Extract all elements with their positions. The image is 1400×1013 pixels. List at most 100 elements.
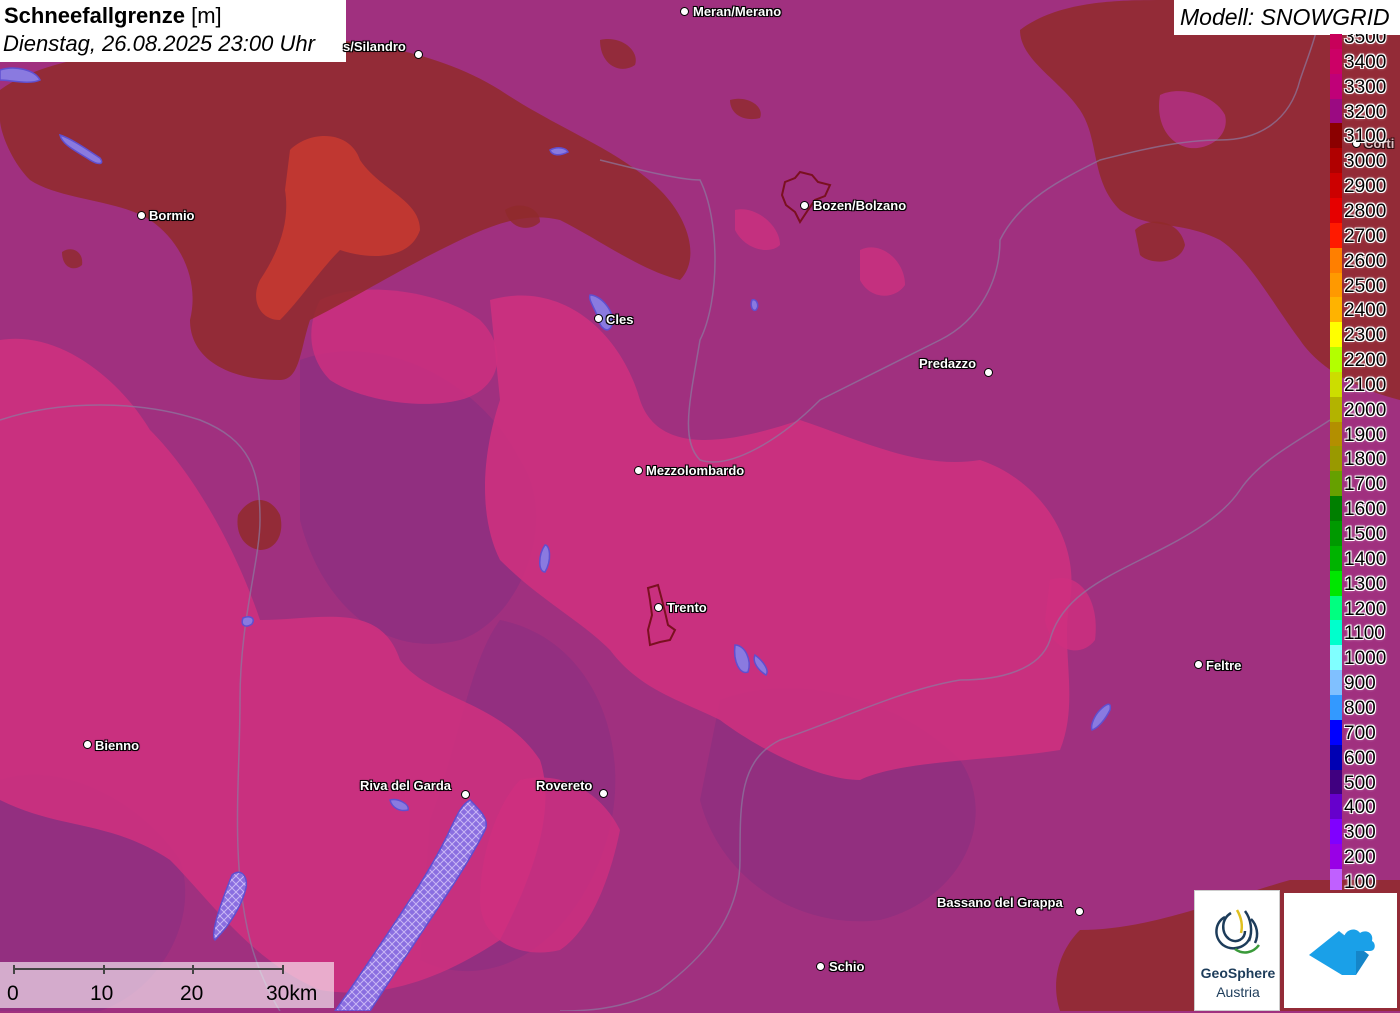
legend-label: 200 (1344, 847, 1376, 869)
legend-swatch (1330, 73, 1342, 99)
legend-item: 1700 (1328, 471, 1400, 497)
legend-item: 2700 (1328, 222, 1400, 248)
city-dot (984, 368, 993, 377)
legend-label: 2200 (1344, 350, 1387, 372)
legend-label: 1700 (1344, 474, 1387, 496)
legend-label: 700 (1344, 722, 1376, 744)
city-dot (1194, 660, 1203, 669)
city-dot (1075, 907, 1084, 916)
scale-bar: 0 10 20 30km (0, 962, 334, 1008)
legend-swatch (1330, 595, 1342, 621)
legend-label: 1100 (1344, 623, 1385, 645)
scale-tick-label: 20 (180, 982, 204, 1005)
legend-item: 2200 (1328, 347, 1400, 373)
color-legend: 3500 3400 3300 3200 3100 3000 2900 2800 2700 2600… (1328, 34, 1400, 890)
legend-swatch (1330, 719, 1342, 745)
legend-label: 100 (1344, 871, 1376, 890)
legend-item: 3100 (1328, 123, 1400, 149)
legend-swatch (1330, 148, 1342, 174)
scale-tick-label: 30km (266, 982, 318, 1005)
legend-label: 2700 (1344, 225, 1387, 247)
legend-label: 1800 (1344, 449, 1387, 471)
city-label-bormio: Bormio (149, 208, 195, 223)
city-dot (680, 7, 689, 16)
legend-item: 2800 (1328, 197, 1400, 223)
legend-label: 3100 (1344, 126, 1387, 148)
map-datetime: Dienstag, 26.08.2025 23:00 Uhr (3, 31, 315, 56)
legend-swatch (1330, 769, 1342, 795)
legend-item: 1900 (1328, 421, 1400, 447)
legend-item: 800 (1328, 694, 1400, 720)
legend-item: 2100 (1328, 371, 1400, 397)
legend-swatch (1330, 744, 1342, 770)
legend-item: 2900 (1328, 173, 1400, 199)
legend-swatch (1330, 570, 1342, 596)
legend-swatch (1330, 819, 1342, 845)
city-label-trento: Trento (667, 600, 707, 615)
city-dot (634, 466, 643, 475)
lake (241, 616, 255, 627)
legend-swatch (1330, 272, 1342, 298)
city-dot (594, 314, 603, 323)
city-dot (800, 201, 809, 210)
legend-swatch (1330, 446, 1342, 472)
legend-item: 400 (1328, 794, 1400, 820)
legend-item: 1100 (1328, 620, 1400, 646)
legend-item: 3300 (1328, 73, 1400, 99)
cloud-mountain-icon (1309, 929, 1375, 975)
geosphere-logo-line2: Austria (1216, 984, 1260, 1000)
legend-label: 1600 (1344, 499, 1387, 521)
legend-swatch (1330, 670, 1342, 696)
legend-item: 2300 (1328, 322, 1400, 348)
geosphere-logo[interactable]: GeoSphere Austria (1194, 890, 1280, 1011)
legend-item: 3200 (1328, 98, 1400, 124)
legend-swatch (1330, 297, 1342, 323)
legend-label: 3500 (1344, 34, 1387, 48)
scale-tick-label: 0 (7, 982, 19, 1005)
model-label: Modell: SNOWGRID (1180, 4, 1390, 30)
legend-item: 1500 (1328, 521, 1400, 546)
legend-item: 1000 (1328, 645, 1400, 671)
legend-swatch (1330, 123, 1342, 149)
legend-item: 300 (1328, 819, 1400, 845)
city-label-feltre: Feltre (1206, 658, 1242, 673)
legend-swatch (1330, 794, 1342, 820)
legend-item: 600 (1328, 744, 1400, 770)
geosphere-logo-icon (1215, 909, 1260, 954)
legend-label: 400 (1344, 797, 1376, 819)
legend-label: 2500 (1344, 275, 1387, 297)
city-label-bassano: Bassano del Grappa (937, 895, 1063, 910)
city-label-riva: Riva del Garda (360, 778, 452, 793)
legend-label: 600 (1344, 747, 1376, 769)
geosphere-logo-line1: GeoSphere (1200, 965, 1276, 981)
legend-label: 3300 (1344, 76, 1387, 98)
legend-item: 2500 (1328, 272, 1400, 298)
legend-item: 100 (1328, 868, 1400, 890)
snowfall-limit-map[interactable] (0, 0, 1400, 1011)
city-label-meran: Meran/Merano (693, 4, 782, 19)
legend-label: 300 (1344, 822, 1376, 844)
legend-label: 2900 (1344, 176, 1387, 198)
legend-label: 1000 (1344, 648, 1387, 670)
city-dot (654, 603, 663, 612)
lake (549, 147, 570, 156)
legend-swatch (1330, 322, 1342, 348)
legend-swatch (1330, 844, 1342, 870)
legend-item: 700 (1328, 719, 1400, 745)
legend-swatch (1330, 197, 1342, 223)
legend-label: 3200 (1344, 101, 1387, 123)
legend-label: 2600 (1344, 250, 1387, 272)
legend-label: 3400 (1344, 51, 1387, 73)
legend-item: 2400 (1328, 297, 1400, 323)
legend-swatch (1330, 347, 1342, 373)
city-label-schio: Schio (829, 959, 865, 974)
legend-swatch (1330, 645, 1342, 671)
city-dot (599, 789, 608, 798)
scale-tick-label: 10 (90, 982, 114, 1005)
partner-logo[interactable] (1284, 893, 1397, 1008)
legend-label: 2100 (1344, 374, 1387, 396)
legend-item: 900 (1328, 670, 1400, 696)
city-label-mezzolombardo: Mezzolombardo (646, 463, 745, 478)
legend-swatch (1330, 222, 1342, 248)
legend-item: 2600 (1328, 247, 1400, 273)
